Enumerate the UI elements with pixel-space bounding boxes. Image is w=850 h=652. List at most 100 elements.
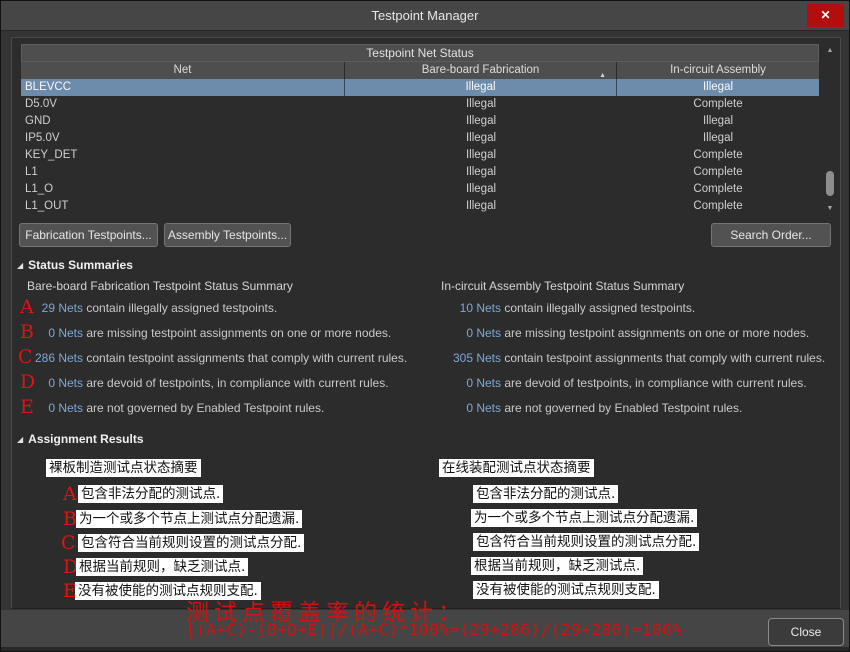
scroll-down-icon[interactable]: ▼ (822, 202, 838, 215)
summary-line: 305 Nets contain testpoint assignments t… (443, 351, 825, 367)
net-count-link[interactable]: 305 (443, 351, 473, 365)
annotation-text: 为一个或多个节点上测试点分配遗漏. (471, 509, 697, 527)
net-count-link[interactable]: 0 (443, 326, 473, 340)
annotation-text: 包含非法分配的测试点. (78, 485, 223, 503)
nets-link[interactable]: Nets (476, 376, 501, 390)
section-label: Assignment Results (28, 432, 143, 446)
table-row[interactable]: IP5.0V Illegal Illegal (21, 130, 819, 147)
summary-text: contain illegally assigned testpoints. (504, 301, 695, 315)
scroll-up-icon[interactable]: ▲ (822, 44, 838, 57)
table-row[interactable]: D5.0V Illegal Complete (21, 96, 819, 113)
summary-text: are not governed by Enabled Testpoint ru… (504, 401, 742, 415)
assembly-cell: Complete (617, 181, 819, 198)
net-cell: L1_O (21, 181, 345, 198)
summary-line: 286 Nets contain testpoint assignments t… (33, 351, 407, 367)
nets-link[interactable]: Nets (476, 301, 501, 315)
net-status-table: BLEVCC Illegal Illegal D5.0V Illegal Com… (21, 79, 819, 215)
incircuit-summary-title: In-circuit Assembly Testpoint Status Sum… (441, 279, 684, 293)
scrollbar-thumb[interactable] (826, 171, 834, 196)
table-row[interactable]: L1 Illegal Complete (21, 164, 819, 181)
summary-text: contain testpoint assignments that compl… (86, 351, 407, 365)
annotation-letter-c: C (18, 348, 33, 367)
net-cell: KEY_DET (21, 147, 345, 164)
fabrication-cell: Illegal (345, 79, 617, 96)
net-count-link[interactable]: 0 (33, 401, 55, 415)
annotation-left-header: 裸板制造测试点状态摘要 (46, 459, 201, 477)
summary-text: contain illegally assigned testpoints. (86, 301, 277, 315)
nets-link[interactable]: Nets (58, 401, 83, 415)
net-count-link[interactable]: 29 (33, 301, 55, 315)
nets-link[interactable]: Nets (58, 301, 83, 315)
summary-text: are missing testpoint assignments on one… (86, 326, 391, 340)
annotation-letter-b: B (63, 510, 77, 529)
nets-link[interactable]: Nets (58, 376, 83, 390)
table-scrollbar[interactable]: ▲ ▼ (822, 44, 838, 215)
net-count-link[interactable]: 10 (443, 301, 473, 315)
nets-link[interactable]: Nets (476, 401, 501, 415)
collapse-triangle-icon: ◢ (17, 261, 23, 270)
table-row[interactable]: BLEVCC Illegal Illegal (21, 79, 819, 96)
fabrication-cell: Illegal (345, 113, 617, 130)
collapse-triangle-icon: ◢ (17, 435, 23, 444)
annotation-text: 为一个或多个节点上测试点分配遗漏. (76, 510, 302, 528)
column-header-fabrication[interactable]: Bare-board Fabrication ▲ (345, 62, 617, 79)
annotation-text: 包含符合当前规则设置的测试点分配. (473, 533, 699, 551)
assembly-cell: Illegal (617, 130, 819, 147)
bareboard-summary-title: Bare-board Fabrication Testpoint Status … (27, 279, 293, 293)
summary-text: are not governed by Enabled Testpoint ru… (86, 401, 324, 415)
section-status-summaries[interactable]: ◢ Status Summaries (17, 258, 133, 272)
assembly-testpoints-button[interactable]: Assembly Testpoints... (164, 223, 291, 247)
table-row[interactable]: GND Illegal Illegal (21, 113, 819, 130)
fabrication-cell: Illegal (345, 198, 617, 215)
net-count-link[interactable]: 0 (443, 401, 473, 415)
coverage-annotation-formula: [(A+C)-(B+D+E)]/(A+C)*100%=(29+286)/(29+… (186, 620, 683, 639)
summary-line: 0 Nets are not governed by Enabled Testp… (33, 401, 324, 417)
net-count-link[interactable]: 286 (33, 351, 55, 365)
net-cell: BLEVCC (21, 79, 345, 96)
close-button[interactable]: Close (768, 618, 844, 646)
assembly-cell: Illegal (617, 113, 819, 130)
table-row[interactable]: L1_OUT Illegal Complete (21, 198, 819, 215)
annotation-letter-a: A (20, 298, 34, 317)
summary-text: contain testpoint assignments that compl… (504, 351, 825, 365)
net-count-link[interactable]: 0 (33, 376, 55, 390)
net-cell: D5.0V (21, 96, 345, 113)
column-header-assembly[interactable]: In-circuit Assembly (617, 62, 819, 79)
section-label: Status Summaries (28, 258, 133, 272)
nets-link[interactable]: Nets (476, 326, 501, 340)
nets-link[interactable]: Nets (58, 326, 83, 340)
close-icon[interactable]: ✕ (807, 4, 844, 27)
summary-line: 0 Nets are not governed by Enabled Testp… (443, 401, 742, 417)
annotation-text: 根据当前规则，缺乏测试点. (76, 558, 248, 576)
search-order-button[interactable]: Search Order... (711, 223, 831, 247)
net-cell: L1_OUT (21, 198, 345, 215)
summary-line: 10 Nets contain illegally assigned testp… (443, 301, 695, 317)
title-bar: Testpoint Manager ✕ (1, 1, 849, 31)
fabrication-testpoints-button[interactable]: Fabrication Testpoints... (19, 223, 158, 247)
summary-line: 0 Nets are missing testpoint assignments… (443, 326, 809, 342)
section-assignment-results[interactable]: ◢ Assignment Results (17, 432, 144, 446)
net-cell: GND (21, 113, 345, 130)
assembly-cell: Complete (617, 96, 819, 113)
net-count-link[interactable]: 0 (33, 326, 55, 340)
table-row[interactable]: KEY_DET Illegal Complete (21, 147, 819, 164)
nets-link[interactable]: Nets (476, 351, 501, 365)
assembly-cell: Complete (617, 164, 819, 181)
summary-text: are devoid of testpoints, in compliance … (504, 376, 806, 390)
summary-text: are missing testpoint assignments on one… (504, 326, 809, 340)
annotation-letter-e: E (20, 398, 34, 417)
column-header-net[interactable]: Net (21, 62, 345, 79)
assembly-cell: Complete (617, 198, 819, 215)
table-row[interactable]: L1_O Illegal Complete (21, 181, 819, 198)
window-title: Testpoint Manager (1, 8, 849, 23)
summary-line: 0 Nets are devoid of testpoints, in comp… (33, 376, 389, 392)
annotation-text: 包含符合当前规则设置的测试点分配. (78, 534, 304, 552)
summary-line: 0 Nets are missing testpoint assignments… (33, 326, 391, 342)
table-group-header: Testpoint Net Status (21, 44, 819, 62)
summary-text: are devoid of testpoints, in compliance … (86, 376, 388, 390)
assembly-cell: Complete (617, 147, 819, 164)
fabrication-cell: Illegal (345, 181, 617, 198)
nets-link[interactable]: Nets (58, 351, 83, 365)
net-count-link[interactable]: 0 (443, 376, 473, 390)
net-cell: IP5.0V (21, 130, 345, 147)
